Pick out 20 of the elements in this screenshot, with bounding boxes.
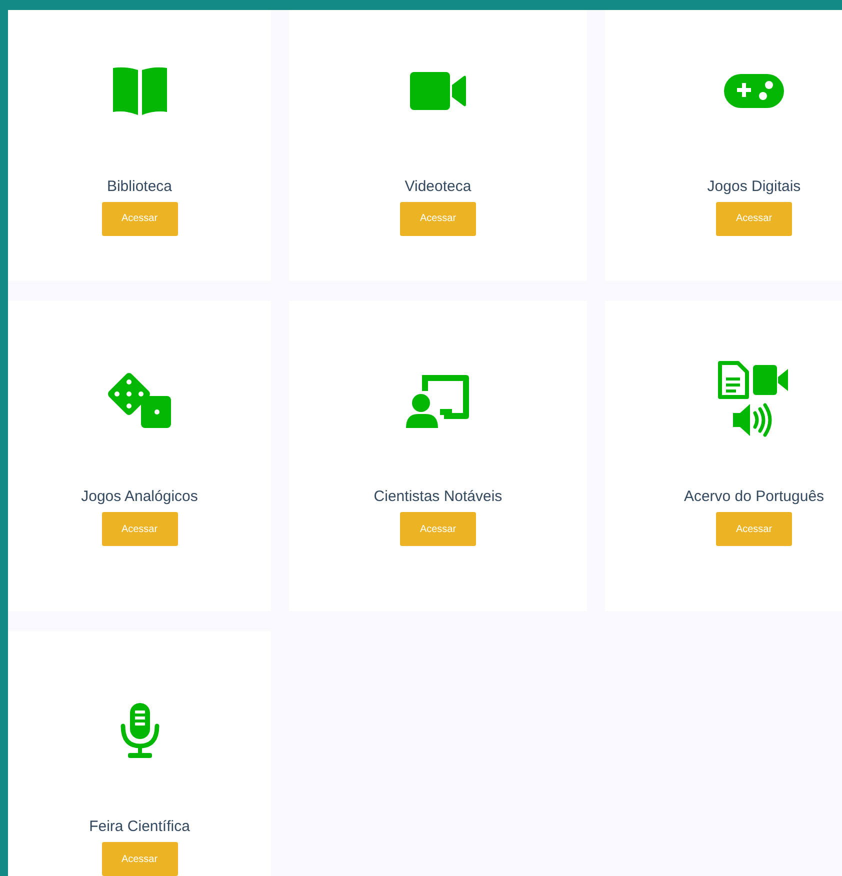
card-title: Jogos Analógicos (81, 488, 198, 506)
card-title: Acervo do Português (684, 488, 824, 506)
access-button[interactable]: Acessar (716, 202, 792, 236)
access-button[interactable]: Acessar (102, 512, 178, 546)
card-title: Jogos Digitais (707, 178, 801, 196)
microphone-icon (120, 702, 160, 760)
video-camera-icon (409, 70, 467, 110)
access-button[interactable]: Acessar (102, 202, 178, 236)
access-button[interactable]: Acessar (716, 512, 792, 546)
teacher-board-icon (406, 373, 470, 429)
dice-icon (106, 372, 172, 430)
book-icon (110, 66, 168, 116)
access-button[interactable]: Acessar (102, 842, 178, 876)
access-button[interactable]: Acessar (400, 512, 476, 546)
gamepad-icon (723, 72, 785, 108)
card-title: Videoteca (404, 178, 472, 196)
card-title: Feira Científica (89, 818, 190, 836)
card-title: Biblioteca (106, 178, 172, 196)
access-button[interactable]: Acessar (400, 202, 476, 236)
card-title: Cientistas Notáveis (374, 488, 502, 506)
